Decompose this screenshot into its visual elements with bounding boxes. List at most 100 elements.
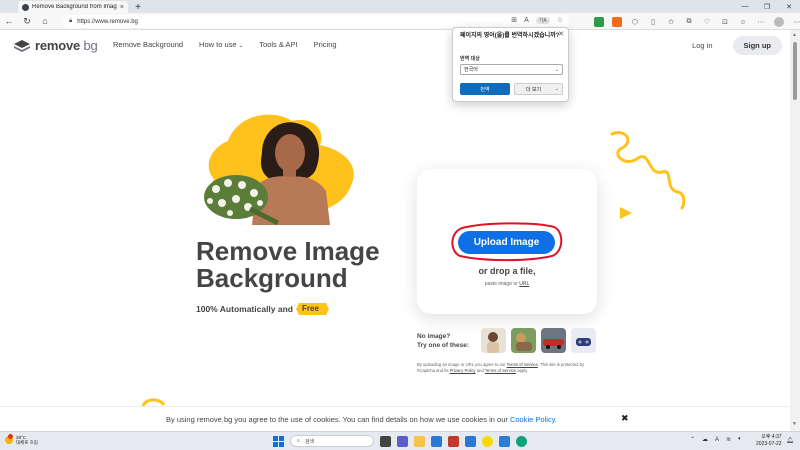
sample-thumbnails	[481, 328, 596, 353]
header-actions: Log in Sign up	[692, 36, 782, 55]
mail-icon[interactable]	[465, 435, 476, 447]
nav-pricing[interactable]: Pricing	[314, 40, 337, 49]
red-highlight-circle	[451, 222, 563, 262]
translate-close-icon[interactable]: ✕	[558, 30, 564, 38]
logo-text: remove bg	[35, 38, 98, 53]
settings-more-icon[interactable]: ⋯	[756, 17, 766, 27]
translate-language-select[interactable]: 한국어 ⌄	[460, 64, 563, 75]
scrollbar-thumb[interactable]	[793, 42, 797, 100]
nav-how-to-use[interactable]: How to use ⌄	[199, 40, 243, 49]
sample-car-thumbnail[interactable]	[541, 328, 566, 353]
no-image-text: No image?	[417, 333, 451, 340]
signup-button[interactable]: Sign up	[732, 36, 782, 55]
new-tab-button[interactable]: +	[132, 1, 144, 13]
privacy-policy-link[interactable]: Privacy Policy	[450, 368, 476, 373]
terms-text: By uploading an image or URL you agree t…	[417, 362, 597, 374]
profile-avatar[interactable]	[774, 17, 784, 27]
taskbar-search[interactable]: ⌕ 검색	[290, 435, 374, 447]
sample-product-thumbnail[interactable]	[571, 328, 596, 353]
weather-text: 28°C 대체로 흐림	[16, 435, 38, 445]
terms-link[interactable]: Terms of Service	[507, 362, 538, 367]
cloud-icon[interactable]: ☁	[702, 436, 708, 443]
extension-green-icon[interactable]	[594, 17, 604, 27]
translate-button[interactable]: 번역	[460, 83, 510, 95]
menu-dots-icon[interactable]: ⋯	[792, 17, 800, 27]
hero-woman-image	[204, 114, 354, 226]
cookie-message: By using remove.bg you agree to the use …	[166, 415, 510, 424]
volume-icon[interactable]: 🔈︎	[738, 436, 742, 443]
edge-browser-icon[interactable]	[516, 435, 527, 447]
wifi-icon[interactable]: ≋	[726, 436, 731, 443]
read-aloud-icon[interactable]: A	[524, 17, 529, 24]
hero-subtitle: 100% Automatically and Free	[196, 302, 329, 315]
restore-icon[interactable]: ❐	[756, 0, 778, 13]
screenshot-icon[interactable]: ⊡	[720, 17, 730, 27]
translate-icon[interactable]: 가A	[535, 16, 550, 24]
scroll-up-icon[interactable]: ▲	[792, 32, 797, 38]
scroll-down-icon[interactable]: ▼	[792, 421, 797, 427]
taskbar-clock[interactable]: 오후 4:37 2023-07-22	[756, 434, 782, 447]
browser-tab[interactable]: Remove Background from Imag ×	[18, 1, 128, 13]
login-link[interactable]: Log in	[692, 41, 712, 50]
tab-close-icon[interactable]: ×	[120, 4, 124, 11]
chevron-down-icon: ⌄	[554, 66, 559, 73]
sample-animal-thumbnail[interactable]	[511, 328, 536, 353]
tray-chevron-up-icon[interactable]: ⌃	[690, 436, 695, 443]
translate-more-button[interactable]: 더 보기 ⌄	[514, 83, 563, 95]
url-text[interactable]: https://www.remove.bg	[77, 19, 138, 25]
paste-url-link[interactable]: URL	[519, 281, 529, 287]
ime-indicator[interactable]: A	[715, 437, 719, 443]
extension-orange-icon[interactable]	[612, 17, 622, 27]
hcaptcha-terms-link[interactable]: Terms of Service	[485, 368, 516, 373]
nav-tools-api[interactable]: Tools & API	[259, 40, 297, 49]
paste-prefix: paste image or	[484, 281, 520, 287]
removebg-favicon-icon	[22, 3, 29, 11]
upload-card[interactable]: Upload Image or drop a file, paste image…	[417, 169, 597, 314]
file-explorer-icon[interactable]	[414, 435, 425, 447]
split-screen-icon[interactable]: ▯	[648, 17, 658, 27]
close-window-icon[interactable]: ✕	[778, 0, 800, 13]
lock-icon[interactable]: 🔒︎	[69, 18, 72, 25]
extension-outline-icon[interactable]: ⬡	[630, 17, 640, 27]
favorite-star-icon[interactable]: ☆	[557, 16, 563, 24]
hero-subtitle-text: 100% Automatically and	[196, 303, 293, 314]
cookie-end: .	[554, 415, 557, 424]
app-red-icon[interactable]	[448, 435, 459, 447]
tab-title: Remove Background from Imag	[32, 4, 117, 10]
hero-title: Remove Image Background	[196, 238, 426, 292]
translate-language-value: 한국어	[464, 67, 478, 73]
hero-title-line1: Remove Image	[196, 236, 380, 266]
browser-toolbar: ← ↻ ⌂ 🔒︎ https://www.remove.bg ⊞ A 가A ☆ …	[0, 13, 800, 30]
minimize-icon[interactable]: —	[734, 0, 756, 13]
weather-widget[interactable]: 28°C 대체로 흐림	[5, 434, 38, 445]
favorites-icon[interactable]: ✩	[666, 17, 676, 27]
browser-essentials-icon[interactable]: ♡	[702, 17, 712, 27]
windows-start-icon[interactable]	[273, 435, 284, 447]
sample-prompt: No image? Try one of these:	[417, 332, 469, 350]
vertical-scrollbar[interactable]: ▲ ▼	[790, 30, 800, 431]
collections-icon[interactable]: ⧉	[684, 17, 694, 27]
more-tools-icon[interactable]: ☺	[738, 17, 748, 27]
home-icon[interactable]: ⌂	[36, 13, 54, 30]
back-icon[interactable]: ←	[0, 13, 18, 30]
refresh-icon[interactable]: ↻	[18, 13, 36, 30]
teams-chat-icon[interactable]	[397, 435, 408, 447]
store-icon[interactable]	[431, 435, 442, 447]
removebg-logo[interactable]: remove bg	[13, 38, 98, 53]
notification-bell-icon[interactable]: 🔔︎	[786, 437, 794, 445]
logo-word-remove: remove	[35, 38, 81, 53]
app-available-icon[interactable]: ⊞	[511, 16, 517, 24]
calculator-icon[interactable]	[499, 435, 510, 447]
sample-person-thumbnail[interactable]	[481, 328, 506, 353]
cookie-policy-link[interactable]: Cookie Policy	[510, 415, 555, 424]
drop-file-text: or drop a file,	[478, 266, 536, 276]
task-view-icon[interactable]	[380, 435, 391, 447]
nav-remove-background[interactable]: Remove Background	[113, 40, 183, 49]
kakaotalk-icon[interactable]	[482, 435, 493, 447]
nav-how-to-use-label: How to use	[199, 40, 237, 49]
windows-taskbar: 28°C 대체로 흐림 ⌕ 검색 ⌃ ☁ A ≋ 🔈︎ 오후 4:37 2023-…	[0, 431, 800, 450]
taskbar-apps: ⌕ 검색	[273, 435, 527, 447]
cookie-banner: By using remove.bg you agree to the use …	[0, 406, 790, 431]
cookie-close-icon[interactable]: ✖	[621, 413, 629, 424]
terms-part1: By uploading an image or URL you agree t…	[417, 362, 507, 367]
